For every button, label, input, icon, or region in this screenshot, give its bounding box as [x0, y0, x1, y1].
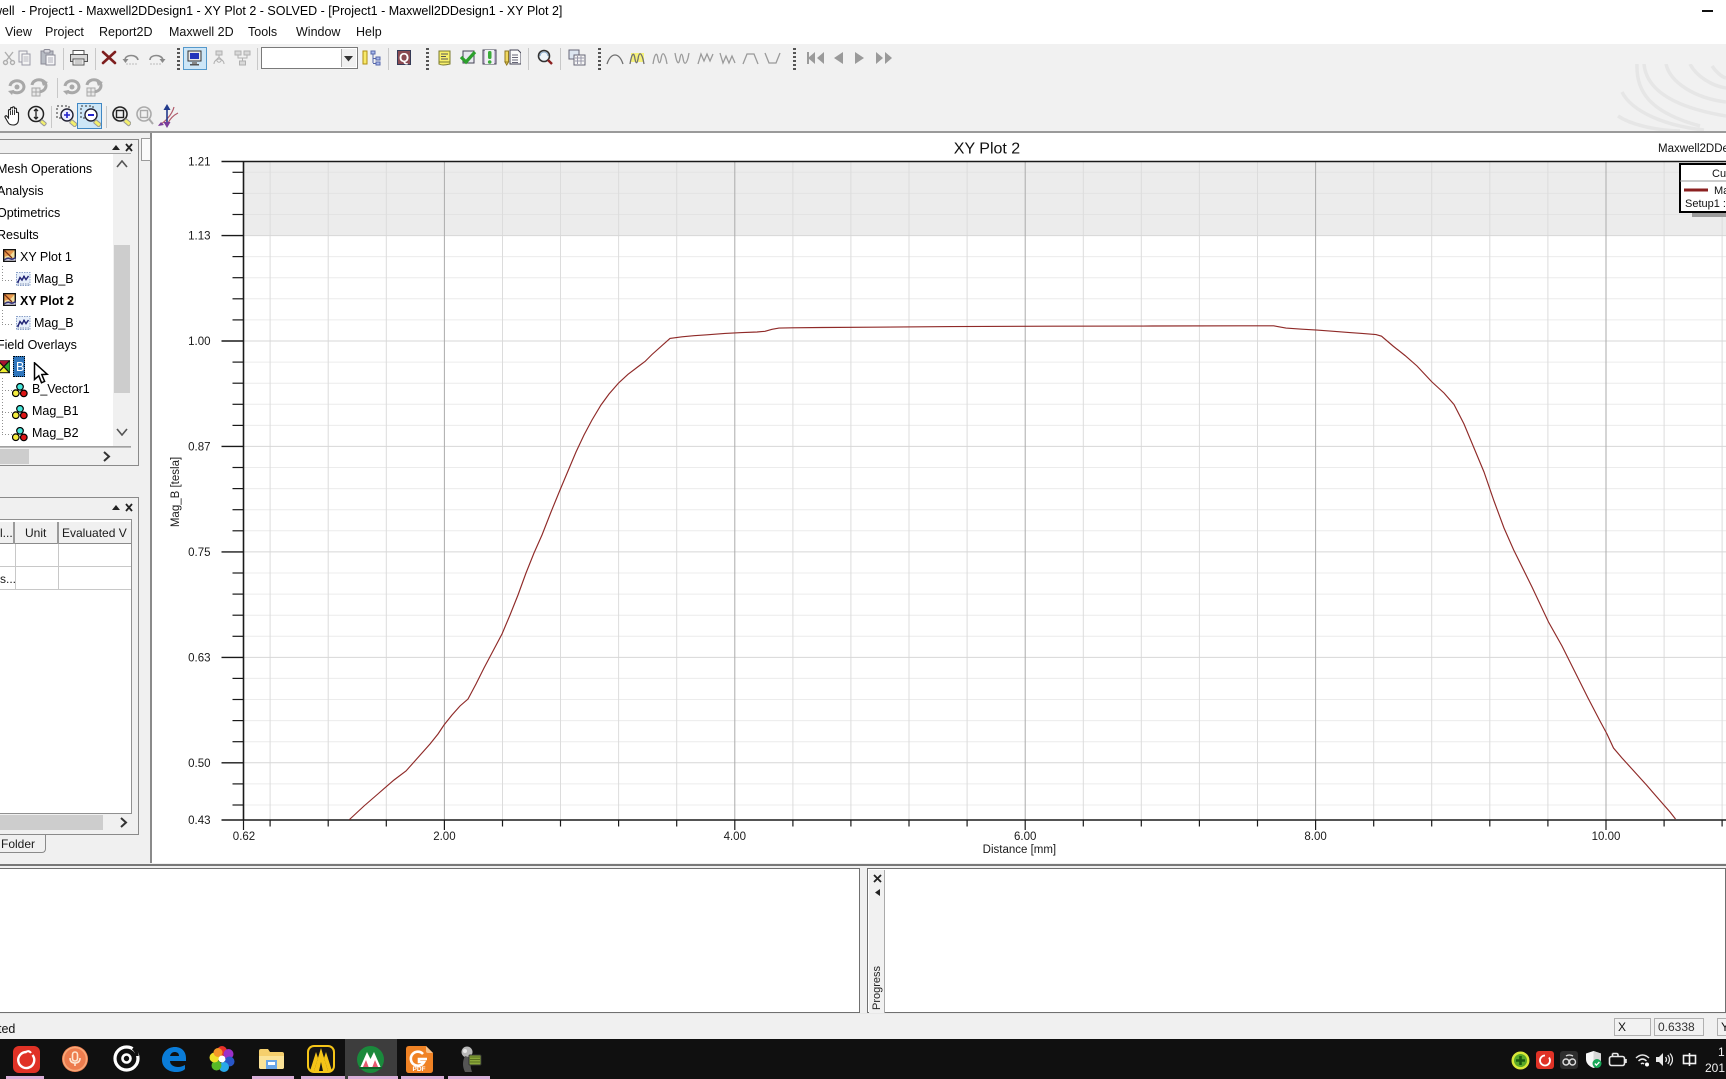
svg-text:0.63: 0.63: [188, 652, 210, 664]
svg-text:XY Plot 2: XY Plot 2: [954, 141, 1021, 158]
svg-text:1.21: 1.21: [188, 157, 210, 169]
svg-text:10.00: 10.00: [1592, 831, 1621, 843]
svg-text:0.62: 0.62: [233, 831, 255, 843]
svg-text:Mag: Mag: [1714, 185, 1726, 197]
svg-text:0.75: 0.75: [188, 547, 210, 559]
svg-text:6.00: 6.00: [1014, 831, 1036, 843]
svg-text:2.00: 2.00: [433, 831, 455, 843]
svg-text:0.87: 0.87: [188, 441, 210, 453]
svg-text:Setup1 :: Setup1 :: [1685, 198, 1726, 210]
svg-text:0.50: 0.50: [188, 758, 210, 770]
svg-text:8.00: 8.00: [1304, 831, 1326, 843]
svg-text:Maxwell2DDesign1: Maxwell2DDesign1: [1658, 143, 1726, 155]
svg-text:Mag_B [tesla]: Mag_B [tesla]: [170, 457, 182, 527]
svg-text:Curve Inf: Curve Inf: [1712, 168, 1726, 180]
svg-text:0.43: 0.43: [188, 815, 210, 827]
svg-text:1.13: 1.13: [188, 231, 210, 243]
svg-text:Distance [mm]: Distance [mm]: [983, 844, 1057, 856]
svg-text:1.00: 1.00: [188, 336, 210, 348]
svg-text:4.00: 4.00: [724, 831, 746, 843]
svg-text:PDF: PDF: [413, 1066, 426, 1073]
